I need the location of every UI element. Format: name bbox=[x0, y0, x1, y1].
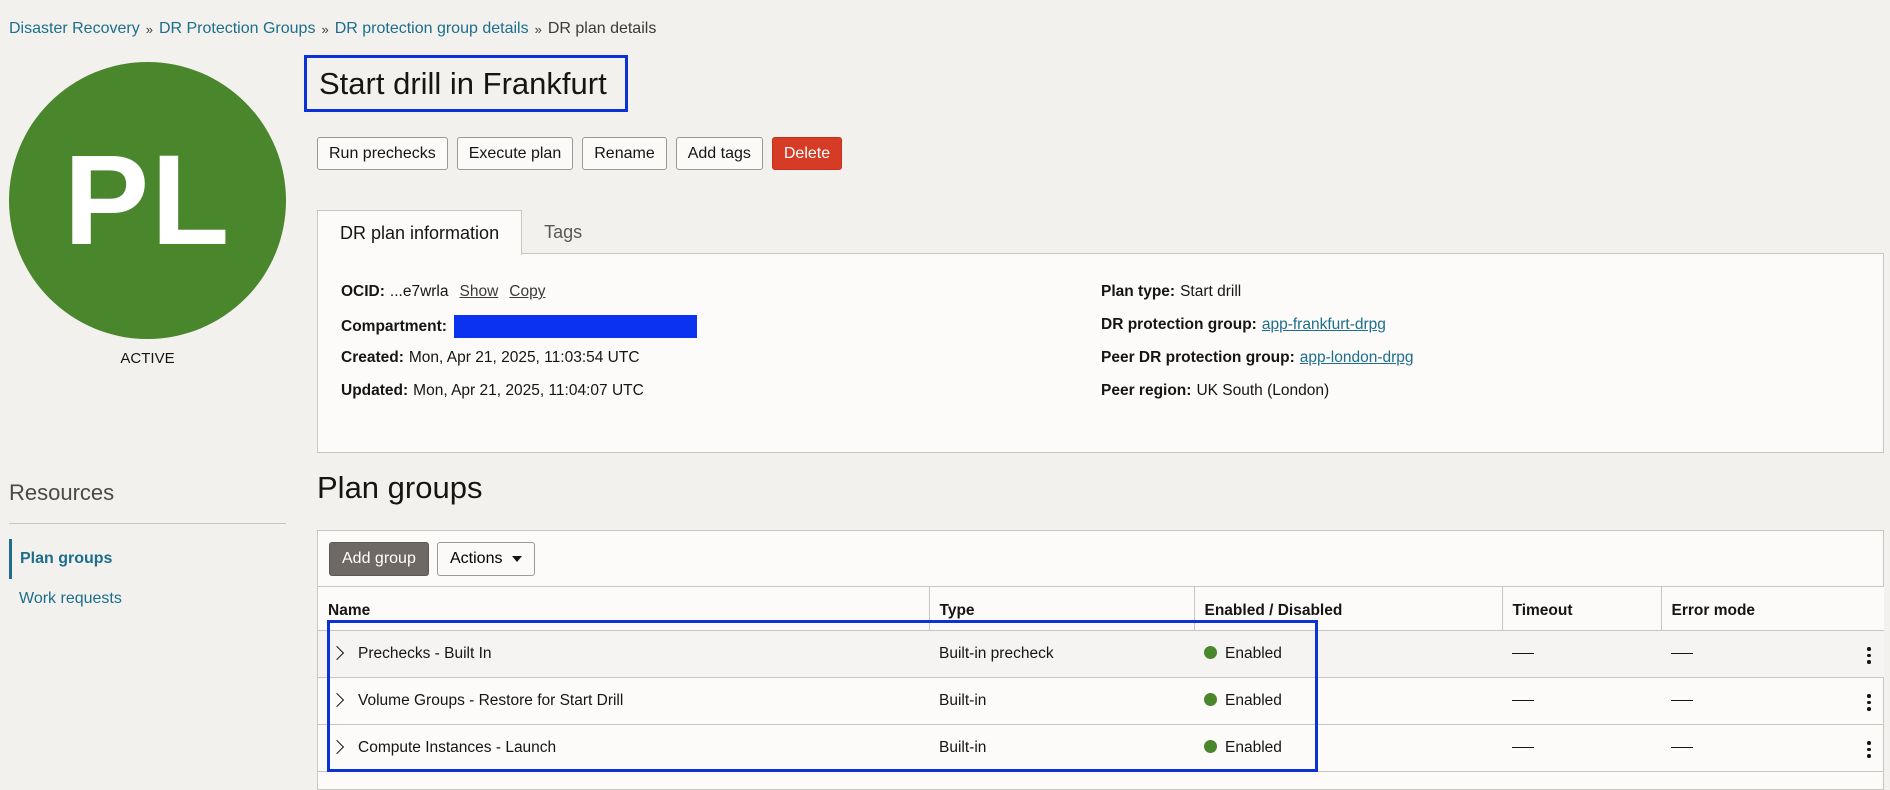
row-status: Enabled bbox=[1225, 692, 1282, 709]
plan-groups-heading: Plan groups bbox=[317, 470, 483, 505]
delete-button[interactable]: Delete bbox=[771, 137, 843, 170]
breadcrumb-current: DR plan details bbox=[547, 20, 657, 37]
run-prechecks-button[interactable]: Run prechecks bbox=[317, 137, 448, 170]
plan-type-value: Start drill bbox=[1180, 283, 1242, 300]
breadcrumb-separator: » bbox=[145, 21, 153, 37]
drpg-link[interactable]: app-frankfurt-drpg bbox=[1262, 316, 1386, 334]
status-dot-icon bbox=[1204, 740, 1217, 753]
column-header-name[interactable]: Name bbox=[318, 586, 929, 631]
ocid-label: OCID: bbox=[341, 283, 385, 300]
row-name: Prechecks - Built In bbox=[358, 645, 492, 662]
breadcrumb-disaster-recovery[interactable]: Disaster Recovery bbox=[9, 20, 140, 38]
status-label: ACTIVE bbox=[120, 350, 175, 367]
peer-region-value: UK South (London) bbox=[1196, 382, 1330, 399]
table-row[interactable]: Prechecks - Built In Built-in precheck E… bbox=[318, 630, 1884, 678]
row-status: Enabled bbox=[1225, 739, 1282, 756]
row-actions-menu-icon[interactable] bbox=[1862, 647, 1876, 664]
row-status: Enabled bbox=[1225, 645, 1282, 662]
status-dot-icon bbox=[1204, 693, 1217, 706]
breadcrumb: Disaster Recovery » DR Protection Groups… bbox=[9, 20, 656, 38]
empty-value-dash bbox=[1512, 700, 1534, 702]
updated-value: Mon, Apr 21, 2025, 11:04:07 UTC bbox=[413, 382, 644, 399]
chevron-right-icon[interactable] bbox=[329, 739, 345, 755]
peer-drpg-link[interactable]: app-london-drpg bbox=[1300, 349, 1414, 367]
ocid-value: ...e7wrla bbox=[389, 283, 449, 300]
chevron-right-icon[interactable] bbox=[329, 692, 345, 708]
sidebar-item-work-requests[interactable]: Work requests bbox=[9, 579, 286, 619]
plan-type-row: Plan type: Start drill bbox=[1101, 283, 1241, 301]
plan-groups-table: Name Type Enabled / Disabled Timeout Err… bbox=[318, 586, 1884, 772]
row-name: Compute Instances - Launch bbox=[358, 739, 557, 756]
breadcrumb-dr-protection-group-details[interactable]: DR protection group details bbox=[335, 20, 529, 38]
ocid-copy-link[interactable]: Copy bbox=[509, 283, 545, 301]
column-header-enabled[interactable]: Enabled / Disabled bbox=[1193, 586, 1502, 631]
empty-value-dash bbox=[1512, 653, 1534, 655]
compartment-redacted bbox=[453, 315, 697, 338]
row-type: Built-in bbox=[929, 724, 1194, 772]
row-actions-menu-icon[interactable] bbox=[1862, 694, 1876, 711]
drpg-row: DR protection group: app-frankfurt-drpg bbox=[1101, 316, 1386, 334]
compartment-row: Compartment: bbox=[341, 315, 697, 338]
breadcrumb-dr-protection-groups[interactable]: DR Protection Groups bbox=[159, 20, 316, 38]
created-row: Created: Mon, Apr 21, 2025, 11:03:54 UTC bbox=[341, 349, 640, 367]
empty-value-dash bbox=[1671, 653, 1693, 655]
resources-divider bbox=[9, 523, 286, 524]
empty-value-dash bbox=[1671, 747, 1693, 749]
breadcrumb-separator: » bbox=[321, 21, 329, 37]
table-header-row: Name Type Enabled / Disabled Timeout Err… bbox=[318, 586, 1884, 631]
add-tags-button[interactable]: Add tags bbox=[675, 137, 763, 170]
resources-heading: Resources bbox=[9, 480, 115, 505]
updated-label: Updated: bbox=[341, 382, 409, 399]
row-actions-menu-icon[interactable] bbox=[1862, 741, 1876, 758]
peer-region-label: Peer region: bbox=[1101, 382, 1192, 399]
execute-plan-button[interactable]: Execute plan bbox=[456, 137, 574, 170]
breadcrumb-separator: » bbox=[534, 21, 542, 37]
avatar: PL bbox=[9, 62, 286, 339]
column-header-type[interactable]: Type bbox=[928, 586, 1194, 631]
action-toolbar: Run prechecks Execute plan Rename Add ta… bbox=[317, 137, 843, 170]
peer-region-row: Peer region: UK South (London) bbox=[1101, 382, 1329, 400]
page-title: Start drill in Frankfurt bbox=[319, 65, 607, 101]
rename-button[interactable]: Rename bbox=[582, 137, 667, 170]
add-group-button[interactable]: Add group bbox=[329, 542, 429, 576]
empty-value-dash bbox=[1512, 747, 1534, 749]
chevron-right-icon[interactable] bbox=[329, 645, 345, 661]
ocid-row: OCID: ...e7wrla Show Copy bbox=[341, 283, 545, 301]
peer-drpg-row: Peer DR protection group: app-london-drp… bbox=[1101, 349, 1414, 367]
ocid-show-link[interactable]: Show bbox=[460, 283, 499, 301]
row-type: Built-in precheck bbox=[929, 630, 1194, 678]
tab-dr-plan-information[interactable]: DR plan information bbox=[317, 210, 523, 255]
actions-dropdown[interactable]: Actions bbox=[437, 542, 536, 576]
created-label: Created: bbox=[341, 349, 404, 366]
row-name: Volume Groups - Restore for Start Drill bbox=[358, 692, 624, 709]
tab-bar: DR plan information Tags bbox=[317, 210, 604, 255]
dr-plan-information-panel: OCID: ...e7wrla Show Copy Compartment: C… bbox=[317, 253, 1884, 453]
status-dot-icon bbox=[1204, 646, 1217, 659]
column-header-timeout[interactable]: Timeout bbox=[1501, 586, 1661, 631]
tab-tags[interactable]: Tags bbox=[522, 210, 604, 254]
caret-down-icon bbox=[512, 556, 523, 562]
updated-row: Updated: Mon, Apr 21, 2025, 11:04:07 UTC bbox=[341, 382, 644, 400]
compartment-label: Compartment: bbox=[341, 317, 447, 335]
page-title-highlight: Start drill in Frankfurt bbox=[304, 55, 628, 112]
sidebar-item-plan-groups[interactable]: Plan groups bbox=[9, 539, 286, 579]
avatar-initials: PL bbox=[63, 129, 232, 272]
created-value: Mon, Apr 21, 2025, 11:03:54 UTC bbox=[408, 349, 640, 366]
plan-type-label: Plan type: bbox=[1101, 283, 1176, 300]
table-row[interactable]: Volume Groups - Restore for Start Drill … bbox=[318, 677, 1884, 725]
peer-drpg-label: Peer DR protection group: bbox=[1101, 349, 1295, 366]
table-row[interactable]: Compute Instances - Launch Built-in Enab… bbox=[318, 724, 1884, 772]
column-header-error-mode[interactable]: Error mode bbox=[1660, 586, 1884, 631]
drpg-label: DR protection group: bbox=[1101, 316, 1257, 333]
row-type: Built-in bbox=[929, 677, 1194, 725]
actions-label: Actions bbox=[450, 550, 503, 567]
empty-value-dash bbox=[1671, 700, 1693, 702]
